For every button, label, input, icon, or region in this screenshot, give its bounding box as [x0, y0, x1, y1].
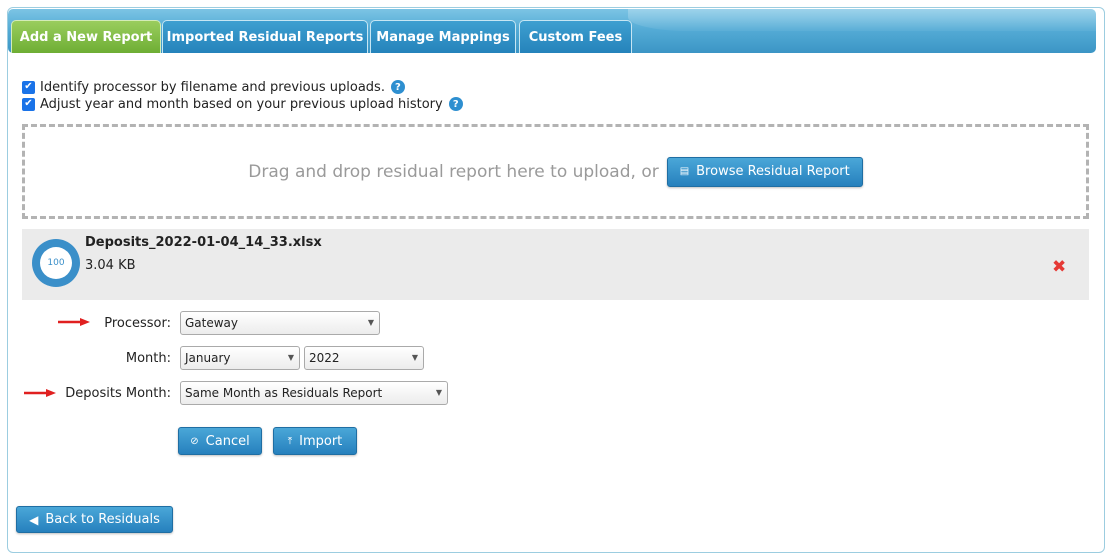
month-select[interactable]: January ▼: [180, 346, 300, 370]
dropzone-text: Drag and drop residual report here to up…: [248, 161, 659, 182]
import-button-label: Import: [299, 433, 343, 449]
year-select[interactable]: 2022 ▼: [304, 346, 424, 370]
chevron-down-icon: ▼: [411, 353, 418, 362]
tab-bar: Add a New Report Imported Residual Repor…: [8, 9, 1096, 53]
annotation-arrow-icon: [24, 389, 56, 397]
file-name: Deposits_2022-01-04_14_33.xlsx: [85, 235, 322, 250]
tab-imported-residual-reports[interactable]: Imported Residual Reports: [162, 20, 368, 53]
file-icon: ▤: [679, 166, 690, 177]
cancel-button[interactable]: ⊘ Cancel: [178, 427, 262, 455]
help-icon[interactable]: ?: [448, 97, 463, 111]
processor-label: Processor:: [104, 316, 171, 331]
cancel-button-label: Cancel: [205, 433, 250, 449]
upload-progress-value: 100: [40, 247, 72, 279]
adjust-date-option: ✔ Adjust year and month based on your pr…: [22, 96, 463, 112]
month-label: Month:: [125, 351, 171, 366]
upload-dropzone[interactable]: Drag and drop residual report here to up…: [22, 124, 1089, 219]
help-icon[interactable]: ?: [390, 80, 405, 94]
cancel-icon: ⊘: [190, 435, 199, 447]
chevron-left-icon: ◀: [29, 512, 39, 527]
tab-add-new-report[interactable]: Add a New Report: [11, 20, 161, 53]
identify-processor-checkbox[interactable]: ✔: [22, 80, 35, 94]
deposits-month-select-value: Same Month as Residuals Report: [185, 386, 383, 400]
back-button-label: Back to Residuals: [45, 512, 160, 527]
browse-residual-report-button[interactable]: ▤ Browse Residual Report: [666, 156, 863, 187]
tab-manage-mappings[interactable]: Manage Mappings: [370, 20, 516, 53]
upload-icon: ⤒: [287, 435, 293, 447]
chevron-down-icon: ▼: [287, 353, 294, 362]
month-select-value: January: [185, 351, 231, 365]
chevron-down-icon: ▼: [435, 388, 442, 397]
back-to-residuals-button[interactable]: ◀ Back to Residuals: [16, 506, 173, 533]
deposits-month-select[interactable]: Same Month as Residuals Report ▼: [180, 381, 448, 405]
file-size: 3.04 KB: [85, 258, 136, 273]
processor-select-value: Gateway: [185, 316, 239, 330]
identify-processor-option: ✔ Identify processor by filename and pre…: [22, 79, 405, 95]
upload-progress-ring: 100: [32, 239, 80, 287]
identify-processor-label: Identify processor by filename and previ…: [40, 79, 385, 95]
remove-file-icon[interactable]: ✖: [1052, 257, 1066, 277]
adjust-date-label: Adjust year and month based on your prev…: [40, 96, 443, 112]
import-button[interactable]: ⤒ Import: [273, 427, 357, 455]
browse-button-label: Browse Residual Report: [696, 164, 850, 179]
year-select-value: 2022: [309, 351, 340, 365]
chevron-down-icon: ▼: [367, 318, 374, 327]
tab-custom-fees[interactable]: Custom Fees: [519, 20, 632, 53]
deposits-month-label: Deposits Month:: [65, 386, 171, 401]
uploaded-file-row: 100 Deposits_2022-01-04_14_33.xlsx 3.04 …: [22, 229, 1089, 300]
processor-select[interactable]: Gateway ▼: [180, 311, 380, 335]
adjust-date-checkbox[interactable]: ✔: [22, 97, 35, 111]
